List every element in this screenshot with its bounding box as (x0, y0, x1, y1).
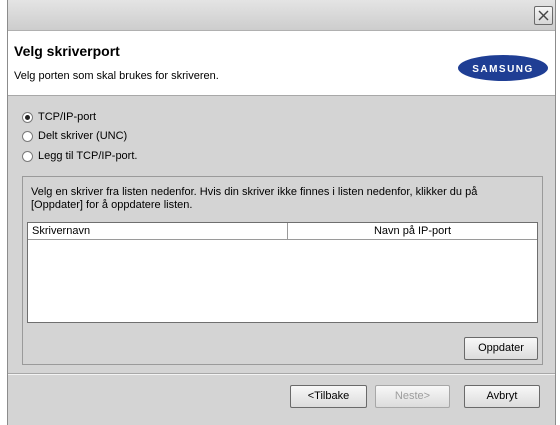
radio-button[interactable] (22, 111, 33, 123)
radio-label: TCP/IP-port (38, 111, 97, 123)
printer-list-group: Velg en skriver fra listen nedenfor. Hvi… (22, 176, 543, 365)
column-header-printer-name[interactable]: Skrivernavn (28, 223, 288, 239)
samsung-logo: SAMSUNG (458, 55, 548, 81)
update-button[interactable]: Oppdater (464, 337, 538, 360)
close-icon (538, 10, 549, 21)
radio-add-tcpip[interactable]: Legg til TCP/IP-port. (22, 148, 137, 164)
column-header-ip-port[interactable]: Navn på IP-port (288, 223, 537, 239)
page-title: Velg skriverport (14, 43, 120, 59)
wizard-header: Velg skriverport Velg porten som skal br… (8, 31, 555, 96)
radio-label: Legg til TCP/IP-port. (38, 150, 138, 162)
radio-label: Delt skriver (UNC) (38, 130, 128, 142)
instructions-text: Velg en skriver fra listen nedenfor. Hvi… (31, 186, 478, 211)
list-header: Skrivernavn Navn på IP-port (28, 223, 537, 240)
close-button[interactable] (534, 6, 553, 25)
logo-text: SAMSUNG (472, 64, 534, 75)
next-button[interactable]: Neste> (375, 385, 450, 408)
title-bar (8, 0, 555, 31)
cancel-button[interactable]: Avbryt (464, 385, 540, 408)
back-button[interactable]: <Tilbake (290, 385, 367, 408)
radio-button[interactable] (22, 150, 33, 162)
radio-button[interactable] (22, 130, 33, 142)
printer-list[interactable]: Skrivernavn Navn på IP-port (27, 222, 538, 323)
radio-shared-unc[interactable]: Delt skriver (UNC) (22, 128, 127, 144)
footer-divider (8, 373, 555, 375)
page-subtitle: Velg porten som skal brukes for skrivere… (14, 70, 219, 82)
radio-tcpip[interactable]: TCP/IP-port (22, 109, 96, 125)
installer-window: Velg skriverport Velg porten som skal br… (7, 0, 556, 425)
